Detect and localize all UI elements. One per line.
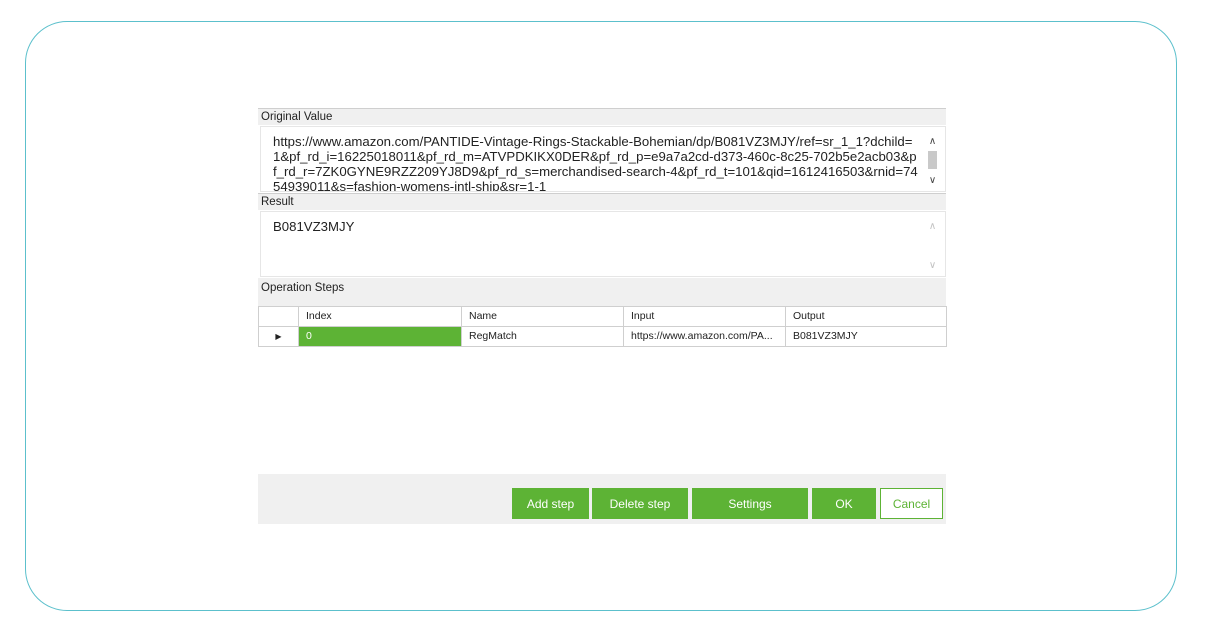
ok-button[interactable]: OK xyxy=(812,488,876,519)
cell-index[interactable]: 0 xyxy=(298,326,462,347)
operation-steps-label: Operation Steps xyxy=(258,278,946,306)
triangle-right-icon: ▶ xyxy=(275,332,282,341)
column-header-name[interactable]: Name xyxy=(461,306,624,327)
result-scrollbar[interactable]: ∧ ∨ xyxy=(920,212,945,276)
add-step-button[interactable]: Add step xyxy=(512,488,589,519)
scroll-thumb[interactable] xyxy=(928,151,937,169)
chevron-up-icon[interactable]: ∧ xyxy=(920,136,945,148)
regex-dialog: Original Value https://www.amazon.com/PA… xyxy=(258,108,947,524)
operation-steps-grid: Index Name Input Output ▶ 0 RegMatch htt… xyxy=(258,306,947,473)
row-pointer[interactable]: ▶ xyxy=(258,326,299,347)
cell-input[interactable]: https://www.amazon.com/PA... xyxy=(623,326,786,347)
chevron-down-icon[interactable]: ∨ xyxy=(920,175,945,187)
result-text: B081VZ3MJY xyxy=(273,219,355,234)
original-value-textbox[interactable]: https://www.amazon.com/PANTIDE-Vintage-R… xyxy=(260,126,946,192)
table-row[interactable]: ▶ 0 RegMatch https://www.amazon.com/PA..… xyxy=(258,326,947,347)
original-value-text: https://www.amazon.com/PANTIDE-Vintage-R… xyxy=(273,134,918,191)
delete-step-button[interactable]: Delete step xyxy=(592,488,688,519)
table-header-row: Index Name Input Output xyxy=(258,306,947,327)
original-value-scrollbar[interactable]: ∧ ∨ xyxy=(920,127,945,191)
row-header-corner xyxy=(258,306,299,327)
result-label: Result xyxy=(258,193,946,210)
settings-button[interactable]: Settings xyxy=(692,488,808,519)
steps-table: Index Name Input Output ▶ 0 RegMatch htt… xyxy=(258,306,947,347)
button-bar: Add step Delete step Settings OK Cancel xyxy=(258,474,946,524)
cell-name[interactable]: RegMatch xyxy=(461,326,624,347)
cell-output[interactable]: B081VZ3MJY xyxy=(785,326,947,347)
column-header-input[interactable]: Input xyxy=(623,306,786,327)
chevron-up-icon[interactable]: ∧ xyxy=(920,221,945,233)
column-header-output[interactable]: Output xyxy=(785,306,947,327)
chevron-down-icon[interactable]: ∨ xyxy=(920,260,945,272)
original-value-label: Original Value xyxy=(258,108,946,125)
result-textbox[interactable]: B081VZ3MJY ∧ ∨ xyxy=(260,211,946,277)
cancel-button[interactable]: Cancel xyxy=(880,488,943,519)
column-header-index[interactable]: Index xyxy=(298,306,462,327)
